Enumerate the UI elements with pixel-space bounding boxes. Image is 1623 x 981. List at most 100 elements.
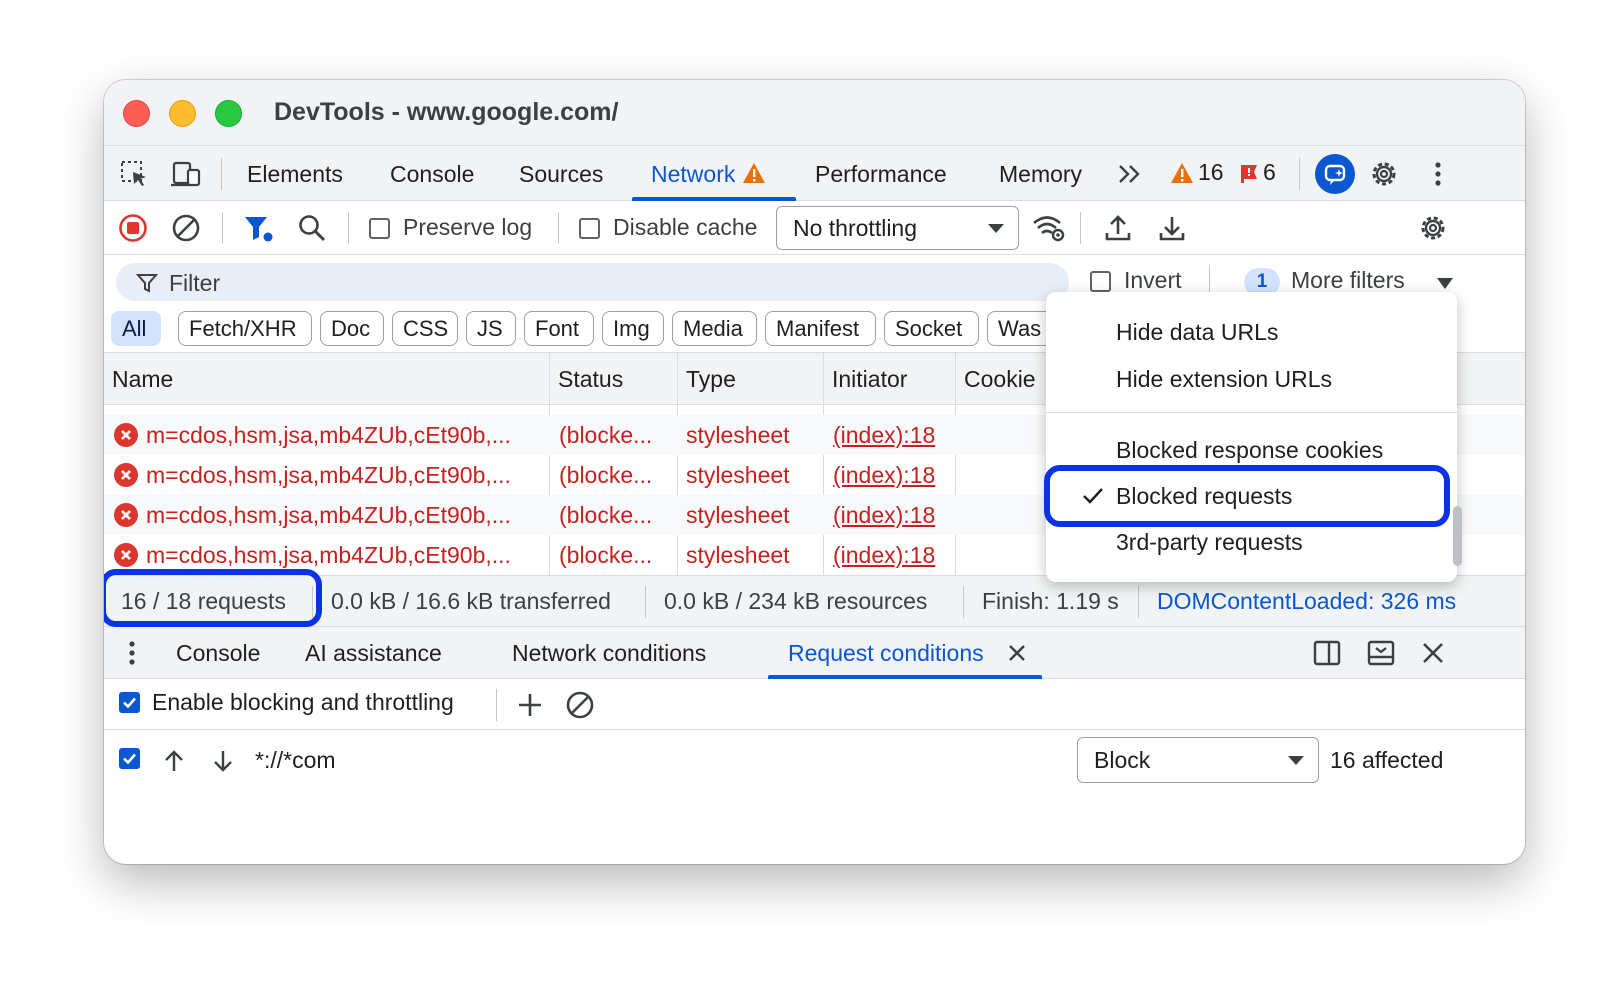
network-conditions-icon[interactable] <box>1031 212 1067 244</box>
preserve-log-checkbox[interactable] <box>369 218 390 239</box>
drawer-tab-console[interactable]: Console <box>176 640 260 667</box>
more-filters-label: More filters <box>1291 267 1405 293</box>
tab-network[interactable]: Network <box>651 161 766 188</box>
column-type[interactable]: Type <box>686 366 736 393</box>
column-cookies[interactable]: Cookie <box>964 366 1036 393</box>
throttling-value: No throttling <box>793 214 918 241</box>
request-status: (blocke... <box>559 502 653 528</box>
request-type: stylesheet <box>686 502 790 528</box>
minimize-window-button[interactable] <box>169 100 196 127</box>
pattern-enabled-checkbox[interactable] <box>119 748 140 769</box>
close-drawer-icon[interactable] <box>1417 637 1449 669</box>
type-filter-js[interactable]: JS <box>466 311 516 346</box>
caret-down-icon <box>1437 278 1453 289</box>
condition-action-value: Block <box>1094 746 1151 773</box>
more-options-icon[interactable] <box>1422 158 1454 190</box>
request-name: m=cdos,hsm,jsa,mb4ZUb,cEt90b,... <box>146 502 511 528</box>
filter-input[interactable]: Filter <box>116 263 1069 301</box>
type-filter-all[interactable]: All <box>111 311 161 346</box>
drawer-tab-request-conditions[interactable]: Request conditions <box>788 640 984 667</box>
affected-count: 16 affected <box>1330 747 1444 773</box>
menu-item-hide-extension-urls[interactable]: Hide extension URLs <box>1116 366 1332 393</box>
preserve-log-label: Preserve log <box>403 214 533 240</box>
filter-placeholder: Filter <box>169 270 221 296</box>
add-pattern-icon[interactable] <box>514 689 546 721</box>
network-status-bar: 16 / 18 requests 0.0 kB / 16.6 kB transf… <box>104 575 1525 627</box>
menu-item-third-party-requests[interactable]: 3rd-party requests <box>1116 529 1303 556</box>
close-window-button[interactable] <box>123 100 150 127</box>
more-tabs-icon[interactable] <box>1114 158 1146 190</box>
tab-performance[interactable]: Performance <box>815 161 947 188</box>
transferred-size: 0.0 kB / 16.6 kB transferred <box>331 588 611 614</box>
dock-side-icon[interactable] <box>1311 637 1343 669</box>
menu-item-blocked-response-cookies[interactable]: Blocked response cookies <box>1116 437 1383 464</box>
chevron-down-icon <box>988 224 1004 233</box>
close-tab-icon[interactable] <box>1004 637 1030 669</box>
request-condition-row: *://*com Block 16 affected <box>104 731 1525 793</box>
enable-blocking-checkbox[interactable] <box>119 692 140 713</box>
error-icon <box>114 543 138 567</box>
invert-checkbox[interactable] <box>1090 271 1111 292</box>
type-filter-img[interactable]: Img <box>602 311 664 346</box>
maximize-window-button[interactable] <box>215 100 242 127</box>
drawer-tab-ai-assistance[interactable]: AI assistance <box>305 640 442 667</box>
search-icon[interactable] <box>296 212 328 244</box>
stop-recording-icon[interactable] <box>117 212 149 244</box>
type-filter-css[interactable]: CSS <box>392 311 458 346</box>
warnings-counter[interactable]: 16 <box>1170 159 1224 186</box>
tab-console[interactable]: Console <box>390 161 474 188</box>
move-down-icon[interactable] <box>207 745 239 777</box>
request-conditions-toolbar: Enable blocking and throttling <box>104 679 1525 730</box>
network-toolbar: Preserve log Disable cache No throttling <box>104 201 1525 255</box>
device-toolbar-icon[interactable] <box>170 158 202 190</box>
type-filter-fetch-xhr[interactable]: Fetch/XHR <box>178 311 312 346</box>
inspect-element-icon[interactable] <box>118 158 150 190</box>
error-icon <box>114 423 138 447</box>
request-initiator-link[interactable]: (index):18 <box>833 502 935 529</box>
condition-action-select[interactable]: Block <box>1077 737 1319 783</box>
errors-counter[interactable]: 6 <box>1239 159 1276 186</box>
request-initiator-link[interactable]: (index):18 <box>833 422 935 449</box>
clear-icon[interactable] <box>170 212 202 244</box>
type-filter-manifest[interactable]: Manifest <box>765 311 876 346</box>
column-status[interactable]: Status <box>558 366 623 393</box>
scrollbar-thumb[interactable] <box>1453 506 1462 566</box>
move-up-icon[interactable] <box>158 745 190 777</box>
settings-gear-icon[interactable] <box>1368 158 1400 190</box>
menu-item-blocked-requests[interactable]: Blocked requests <box>1116 483 1292 510</box>
throttling-select[interactable]: No throttling <box>776 206 1019 250</box>
type-filter-doc[interactable]: Doc <box>320 311 384 346</box>
tab-elements[interactable]: Elements <box>247 161 343 188</box>
export-har-icon[interactable] <box>1156 212 1188 244</box>
column-initiator[interactable]: Initiator <box>832 366 907 393</box>
disable-cache-checkbox[interactable] <box>579 218 600 239</box>
warning-icon <box>1171 162 1193 183</box>
separator <box>496 689 497 721</box>
import-har-icon[interactable] <box>1102 212 1134 244</box>
request-initiator-link[interactable]: (index):18 <box>833 542 935 569</box>
ai-assistance-icon[interactable] <box>1315 154 1355 194</box>
separator <box>963 586 964 618</box>
error-icon <box>114 463 138 487</box>
menu-item-hide-data-urls[interactable]: Hide data URLs <box>1116 319 1278 346</box>
type-filter-font[interactable]: Font <box>524 311 594 346</box>
tab-sources[interactable]: Sources <box>519 161 603 188</box>
remove-all-patterns-icon[interactable] <box>564 689 596 721</box>
dock-bottom-icon[interactable] <box>1365 637 1397 669</box>
drawer-menu-icon[interactable] <box>116 637 148 669</box>
type-filter-media[interactable]: Media <box>672 311 757 346</box>
request-status: (blocke... <box>559 542 653 568</box>
drawer-tab-network-conditions[interactable]: Network conditions <box>512 640 706 667</box>
filter-funnel-icon[interactable] <box>242 212 274 244</box>
url-pattern[interactable]: *://*com <box>255 747 336 774</box>
type-filter-socket[interactable]: Socket <box>884 311 979 346</box>
request-status: (blocke... <box>559 462 653 488</box>
tab-memory[interactable]: Memory <box>999 161 1082 188</box>
column-name[interactable]: Name <box>112 366 173 393</box>
request-status: (blocke... <box>559 422 653 448</box>
network-settings-icon[interactable] <box>1417 212 1449 244</box>
request-initiator-link[interactable]: (index):18 <box>833 462 935 489</box>
separator <box>558 212 559 244</box>
menu-separator <box>1046 412 1457 413</box>
dom-content-loaded-time: DOMContentLoaded: 326 ms <box>1157 588 1457 614</box>
